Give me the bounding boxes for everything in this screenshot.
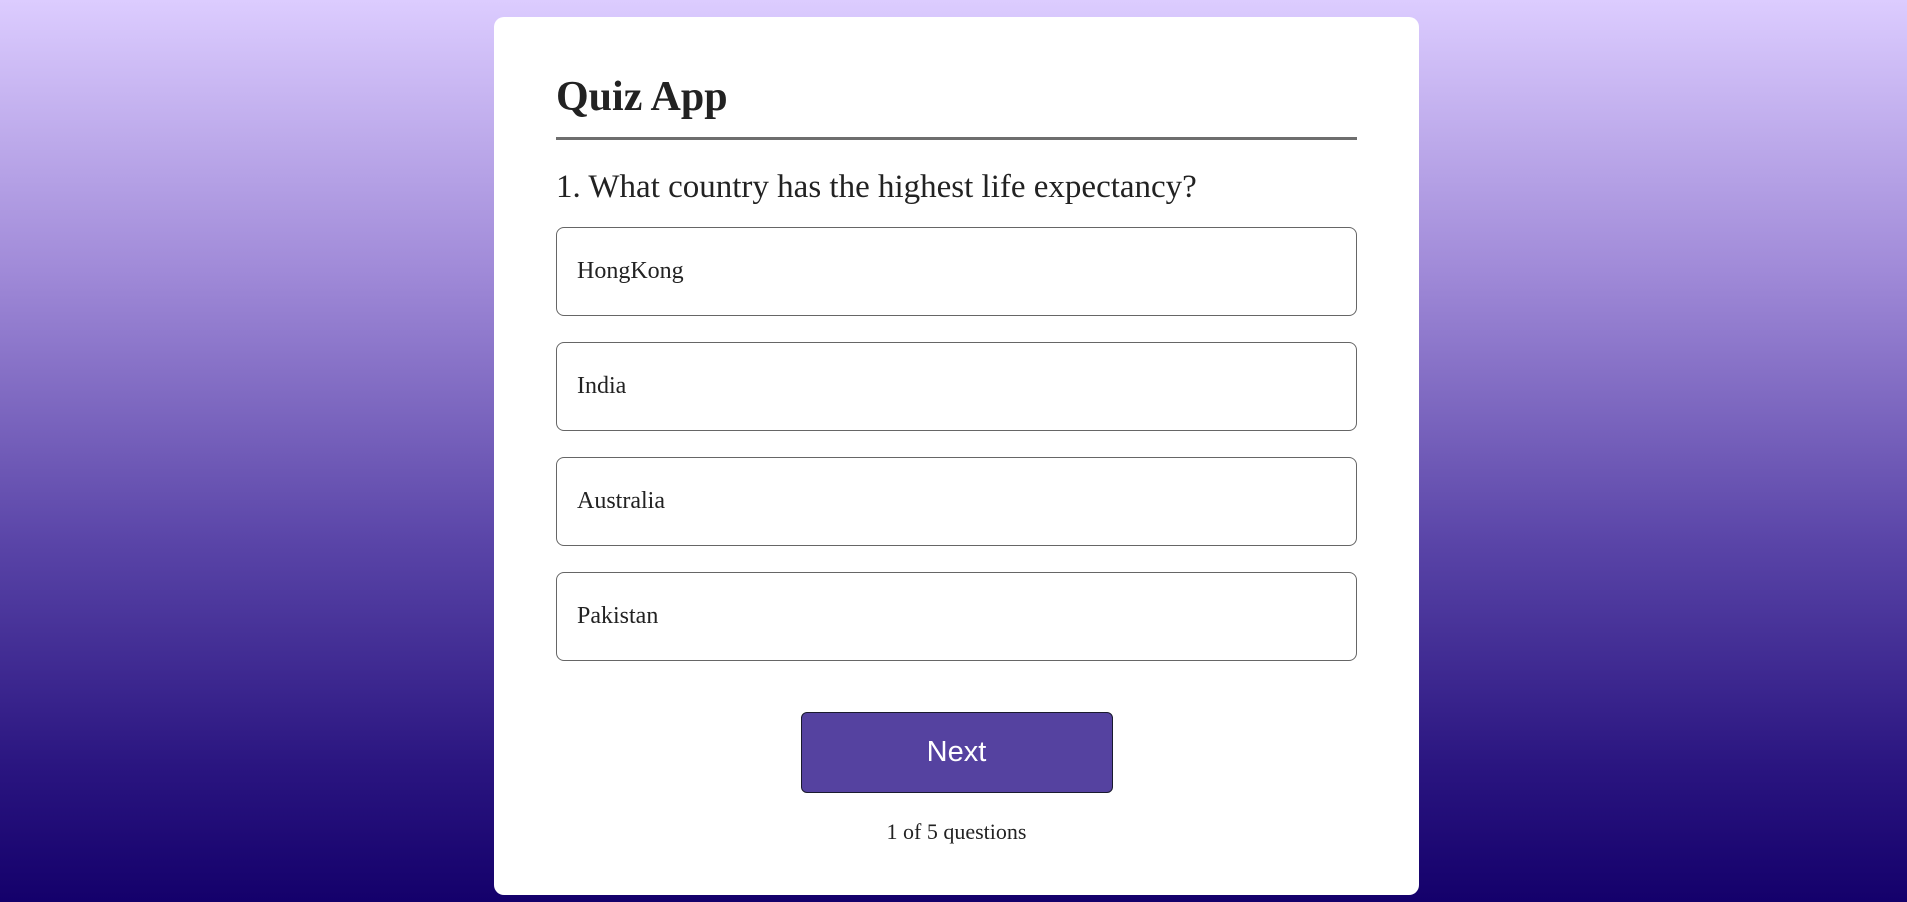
answer-label: Australia: [577, 488, 665, 514]
answer-option-hongkong[interactable]: HongKong: [556, 227, 1357, 316]
quiz-card: Quiz App 1. What country has the highest…: [494, 17, 1419, 895]
answer-label: India: [577, 373, 627, 399]
answer-option-india[interactable]: India: [556, 342, 1357, 431]
answer-label: HongKong: [577, 258, 684, 284]
answer-option-pakistan[interactable]: Pakistan: [556, 572, 1357, 661]
title-divider: [556, 137, 1357, 140]
answer-label: Pakistan: [577, 603, 659, 629]
question-progress: 1 of 5 questions: [886, 819, 1027, 844]
next-button[interactable]: Next: [800, 712, 1113, 793]
answer-list: HongKong India Australia Pakistan: [556, 227, 1357, 661]
answer-option-australia[interactable]: Australia: [556, 457, 1357, 546]
app-title: Quiz App: [556, 74, 728, 120]
question-text: 1. What country has the highest life exp…: [556, 169, 1197, 205]
